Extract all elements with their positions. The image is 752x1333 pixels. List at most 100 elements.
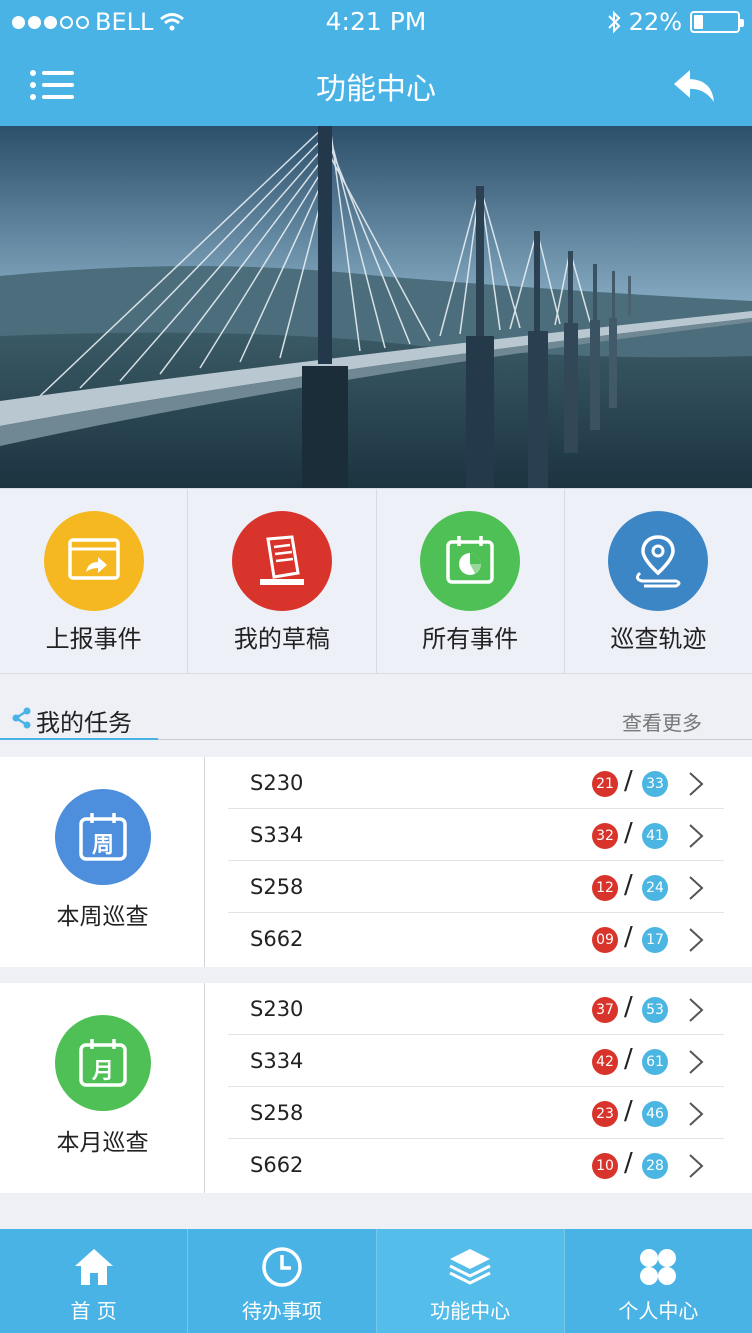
total-count-badge: 46 (642, 1101, 668, 1127)
quick-action-label: 巡查轨迹 (610, 625, 707, 653)
quick-action-all-events[interactable]: 所有事件 (377, 489, 565, 673)
total-count-badge: 61 (642, 1049, 668, 1075)
total-count-badge: 28 (642, 1153, 668, 1179)
draft-document-icon (231, 511, 332, 611)
chevron-right-icon (689, 998, 704, 1022)
back-icon[interactable] (672, 66, 718, 106)
bluetooth-icon (607, 10, 621, 34)
done-count-badge: 12 (592, 875, 618, 901)
monthly-patrol-group: 月 本月巡查 S230 37 / 53 S334 42 / 61 S258 23… (0, 983, 752, 1193)
route-row[interactable]: S662 09 / 17 (228, 913, 724, 965)
quick-action-report[interactable]: 上报事件 (0, 489, 189, 673)
route-row[interactable]: S334 42 / 61 (228, 1035, 724, 1087)
section-title: 我的任务 (36, 709, 132, 737)
clock-icon (262, 1247, 302, 1287)
quick-action-label: 上报事件 (45, 625, 142, 653)
route-row[interactable]: S230 37 / 53 (228, 983, 724, 1035)
separator-slash: / (624, 1148, 633, 1178)
group-label[interactable]: 月 本月巡查 (0, 983, 205, 1193)
quick-actions: 上报事件 我的草稿 所有事件 巡查轨迹 (0, 488, 752, 674)
route-name: S258 (250, 875, 304, 899)
quick-action-label: 我的草稿 (233, 625, 330, 653)
quick-action-label: 所有事件 (422, 625, 519, 653)
chevron-right-icon (689, 1050, 704, 1074)
route-name: S662 (250, 1153, 304, 1177)
total-count-badge: 53 (642, 997, 668, 1023)
route-name: S334 (250, 1049, 304, 1073)
done-count-badge: 32 (592, 823, 618, 849)
chevron-right-icon (689, 1102, 704, 1126)
tab-label: 个人中心 (618, 1299, 699, 1323)
location-track-icon (608, 511, 709, 611)
nav-bar: 功能中心 (0, 44, 752, 126)
calendar-badge-text: 周 (92, 833, 114, 858)
view-more-link[interactable]: 查看更多 (622, 707, 702, 736)
tasks-section-header: 我的任务 查看更多 (0, 690, 752, 740)
total-count-badge: 33 (642, 771, 668, 797)
report-upload-icon (43, 511, 144, 611)
route-name: S258 (250, 1101, 304, 1125)
separator-slash: / (624, 766, 633, 796)
home-icon (74, 1249, 113, 1285)
tab-home[interactable]: 首 页 (0, 1229, 189, 1333)
group-name: 本周巡查 (56, 904, 149, 930)
separator-slash: / (624, 818, 633, 848)
separator-slash: / (624, 870, 633, 900)
clover-icon (640, 1249, 677, 1285)
done-count-badge: 23 (592, 1101, 618, 1127)
share-icon (12, 707, 31, 729)
tab-todo[interactable]: 待办事项 (188, 1229, 377, 1333)
chevron-right-icon (689, 1154, 704, 1178)
group-label[interactable]: 周 本周巡查 (0, 757, 205, 967)
route-list: S230 21 / 33 S334 32 / 41 S258 12 / 24 S… (228, 757, 724, 967)
section-underline (0, 738, 158, 740)
weekly-patrol-group: 周 本周巡查 S230 21 / 33 S334 32 / 41 S258 12… (0, 757, 752, 967)
tab-label: 首 页 (70, 1299, 117, 1323)
route-row[interactable]: S662 10 / 28 (228, 1139, 724, 1191)
separator-slash: / (624, 992, 633, 1022)
done-count-badge: 37 (592, 997, 618, 1023)
done-count-badge: 10 (592, 1153, 618, 1179)
chevron-right-icon (689, 824, 704, 848)
calendar-week-icon: 周 (55, 789, 151, 885)
layers-icon (449, 1249, 491, 1285)
route-row[interactable]: S230 21 / 33 (228, 757, 724, 809)
done-count-badge: 42 (592, 1049, 618, 1075)
route-row[interactable]: S258 12 / 24 (228, 861, 724, 913)
tab-label: 功能中心 (430, 1299, 511, 1323)
route-name: S662 (250, 927, 304, 951)
quick-action-drafts[interactable]: 我的草稿 (188, 489, 377, 673)
total-count-badge: 24 (642, 875, 668, 901)
battery-area: 22% (607, 8, 744, 36)
chevron-right-icon (689, 876, 704, 900)
route-row[interactable]: S334 32 / 41 (228, 809, 724, 861)
separator-slash: / (624, 1096, 633, 1126)
done-count-badge: 09 (592, 927, 618, 953)
quick-action-patrol-track[interactable]: 巡查轨迹 (565, 489, 752, 673)
route-name: S230 (250, 997, 304, 1021)
separator-slash: / (624, 1044, 633, 1074)
route-row[interactable]: S258 23 / 46 (228, 1087, 724, 1139)
calendar-badge-text: 月 (91, 1059, 114, 1084)
group-name: 本月巡查 (56, 1130, 149, 1156)
bridge-photo (0, 126, 752, 488)
route-name: S334 (250, 823, 304, 847)
done-count-badge: 21 (592, 771, 618, 797)
page-title: 功能中心 (316, 72, 436, 107)
chevron-right-icon (689, 772, 704, 796)
hero-banner (0, 126, 752, 488)
battery-icon (690, 11, 744, 33)
route-list: S230 37 / 53 S334 42 / 61 S258 23 / 46 S… (228, 983, 724, 1193)
status-bar: BELL 4:21 PM 22% (0, 0, 752, 44)
battery-percent: 22% (628, 8, 682, 36)
total-count-badge: 17 (642, 927, 668, 953)
calendar-chart-icon (420, 511, 521, 611)
tab-label: 待办事项 (241, 1299, 322, 1323)
bottom-tab-bar: 首 页 待办事项 功能中心 个人中心 (0, 1229, 752, 1333)
tab-personal-center[interactable]: 个人中心 (565, 1229, 752, 1333)
chevron-right-icon (689, 928, 704, 952)
separator-slash: / (624, 922, 633, 952)
calendar-month-icon: 月 (55, 1015, 151, 1111)
tab-function-center[interactable]: 功能中心 (376, 1229, 565, 1333)
total-count-badge: 41 (642, 823, 668, 849)
